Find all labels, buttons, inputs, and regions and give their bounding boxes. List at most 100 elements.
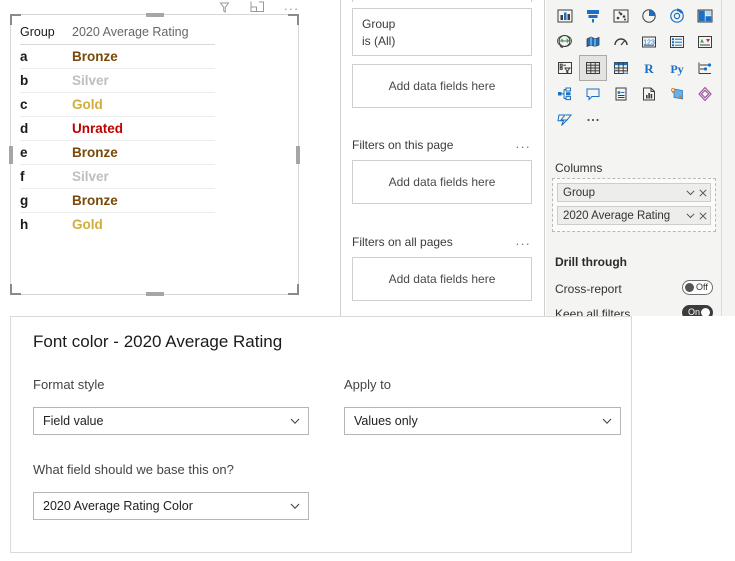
cell-group[interactable]: f: [20, 164, 72, 189]
table-row[interactable]: g Bronze: [20, 188, 215, 213]
filter-card-condition: is (All): [362, 34, 396, 48]
cell-group[interactable]: g: [20, 188, 72, 213]
more-visuals-icon[interactable]: [579, 107, 607, 133]
drill-through-title: Drill through: [555, 255, 627, 269]
filter-card-group[interactable]: Group is (All): [352, 8, 532, 56]
format-style-value: Field value: [43, 414, 104, 428]
q-and-a-icon[interactable]: [579, 81, 607, 107]
cell-group[interactable]: b: [20, 68, 72, 93]
decomposition-tree-icon[interactable]: [551, 81, 579, 107]
column-header-rating[interactable]: 2020 Average Rating: [72, 23, 215, 45]
toggle-knob: [701, 308, 710, 316]
data-table[interactable]: Group 2020 Average Rating a Bronze b Silver…: [20, 23, 215, 236]
cell-group[interactable]: c: [20, 92, 72, 117]
resize-handle-right[interactable]: [296, 145, 300, 164]
cell-group[interactable]: a: [20, 44, 72, 69]
table-body: a Bronze b Silver c Gold d Unrated e Bronze f Silve…: [20, 44, 215, 237]
power-bi-window: ... Group 2020 Average Rating a Bronze b…: [0, 0, 735, 561]
field-well-label: Group: [563, 186, 595, 199]
donut-chart-icon[interactable]: [663, 3, 691, 29]
paginated-report-icon[interactable]: [635, 81, 663, 107]
smart-narrative-icon[interactable]: [607, 81, 635, 107]
scatter-chart-icon[interactable]: [607, 3, 635, 29]
python-visual-icon[interactable]: Py: [663, 55, 691, 81]
globe-map-icon[interactable]: [551, 29, 579, 55]
multi-row-card-icon[interactable]: [663, 29, 691, 55]
resize-handle-bottom-right[interactable]: [288, 284, 299, 295]
resize-handle-top[interactable]: [145, 13, 164, 17]
cell-rating[interactable]: Bronze: [72, 140, 215, 165]
matrix-icon[interactable]: [607, 55, 635, 81]
cell-group[interactable]: h: [20, 213, 72, 237]
power-apps-icon[interactable]: [691, 81, 719, 107]
close-icon[interactable]: [699, 188, 707, 197]
column-header-group[interactable]: Group: [20, 23, 72, 45]
field-well-chip[interactable]: 2020 Average Rating: [557, 206, 711, 225]
table-row[interactable]: e Bronze: [20, 140, 215, 165]
cell-rating[interactable]: Gold: [72, 92, 215, 117]
field-well-chip[interactable]: Group: [557, 183, 711, 202]
filled-map-icon[interactable]: [579, 29, 607, 55]
page-filter-dropzone[interactable]: Add data fields here: [352, 160, 532, 204]
cell-rating[interactable]: Bronze: [72, 188, 215, 213]
r-script-visual-icon[interactable]: R: [635, 55, 663, 81]
focus-mode-icon[interactable]: [250, 1, 266, 14]
resize-handle-top-right[interactable]: [288, 14, 299, 25]
table-row[interactable]: c Gold: [20, 92, 215, 117]
filters-pane: Group is (All) Add data fields here Filt…: [340, 0, 545, 316]
cell-rating[interactable]: Silver: [72, 164, 215, 189]
cell-group[interactable]: e: [20, 140, 72, 165]
chevron-down-icon[interactable]: [686, 212, 695, 219]
power-automate-icon[interactable]: [551, 107, 579, 133]
cell-rating[interactable]: Unrated: [72, 116, 215, 141]
arcgis-map-icon[interactable]: [663, 81, 691, 107]
treemap-icon[interactable]: [691, 3, 719, 29]
resize-handle-left[interactable]: [9, 145, 13, 164]
apply-to-dropdown[interactable]: Values only: [344, 407, 621, 435]
filters-on-all-pages-menu[interactable]: ...: [516, 233, 531, 248]
columns-field-well[interactable]: Group 2020 Average Rating: [552, 178, 716, 232]
filter-icon[interactable]: [218, 1, 234, 14]
table-visual[interactable]: Group 2020 Average Rating a Bronze b Silver…: [9, 13, 300, 296]
resize-handle-bottom[interactable]: [145, 292, 164, 296]
table-row[interactable]: b Silver: [20, 68, 215, 93]
table-row[interactable]: a Bronze: [20, 44, 215, 69]
cell-rating[interactable]: Silver: [72, 68, 215, 93]
kpi-icon[interactable]: [691, 29, 719, 55]
stacked-bar-chart-icon[interactable]: [551, 3, 579, 29]
filter-card-partial-above: [352, 0, 532, 2]
resize-handle-bottom-left[interactable]: [10, 284, 21, 295]
visual-more-options-button[interactable]: ...: [284, 0, 300, 14]
field-well-label: 2020 Average Rating: [563, 209, 671, 222]
chevron-down-icon[interactable]: [686, 189, 695, 196]
format-style-dropdown[interactable]: Field value: [33, 407, 309, 435]
table-row[interactable]: f Silver: [20, 164, 215, 189]
base-field-label: What field should we base this on?: [33, 462, 234, 477]
toggle-knob: [685, 283, 694, 292]
filters-on-this-page-menu[interactable]: ...: [516, 136, 531, 151]
cross-report-toggle[interactable]: Off: [682, 280, 713, 295]
table-row[interactable]: d Unrated: [20, 116, 215, 141]
key-influencers-icon[interactable]: [691, 55, 719, 81]
pie-chart-icon[interactable]: [635, 3, 663, 29]
visualization-type-grid[interactable]: 123 R Py: [551, 3, 719, 133]
cell-rating[interactable]: Bronze: [72, 44, 215, 69]
cell-rating[interactable]: Gold: [72, 213, 215, 237]
slicer-icon[interactable]: [551, 55, 579, 81]
table-row[interactable]: h Gold: [20, 213, 215, 237]
dialog-title: Font color - 2020 Average Rating: [33, 332, 283, 351]
card-number-icon[interactable]: 123: [635, 29, 663, 55]
cell-group[interactable]: d: [20, 116, 72, 141]
table-icon[interactable]: [579, 55, 607, 81]
all-pages-filter-dropzone[interactable]: Add data fields here: [352, 257, 532, 301]
visual-filter-dropzone[interactable]: Add data fields here: [352, 64, 532, 108]
keep-all-filters-label: Keep all filters: [555, 307, 631, 316]
dialog-right-rail: [632, 316, 735, 553]
keep-all-filters-toggle[interactable]: On: [682, 305, 713, 316]
base-field-dropdown[interactable]: 2020 Average Rating Color: [33, 492, 309, 520]
report-canvas[interactable]: ... Group 2020 Average Rating a Bronze b…: [0, 0, 332, 316]
close-icon[interactable]: [699, 211, 707, 220]
stacked-column-chart-icon[interactable]: [579, 3, 607, 29]
gauge-icon[interactable]: [607, 29, 635, 55]
chevron-down-icon: [290, 503, 300, 509]
